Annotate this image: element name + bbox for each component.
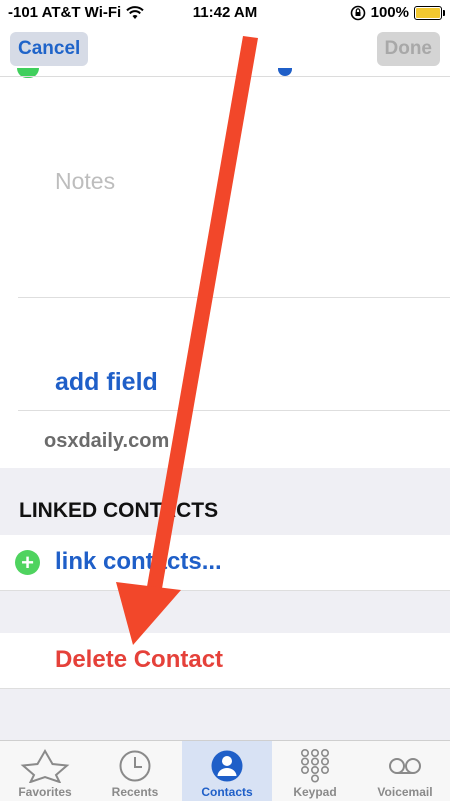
tab-label: Favorites: [18, 785, 72, 799]
add-field-button[interactable]: add field: [55, 368, 158, 397]
website-label: osxdaily.com: [44, 430, 170, 452]
tab-label: Recents: [111, 785, 159, 799]
notes-field[interactable]: Notes: [55, 168, 115, 195]
divider: [18, 297, 450, 298]
section-spacer: [0, 591, 450, 633]
cancel-button[interactable]: Cancel: [10, 32, 89, 66]
nav-bar: Cancel Done: [0, 26, 450, 76]
add-plus-icon[interactable]: +: [15, 550, 40, 575]
tab-keypad[interactable]: Keypad: [270, 741, 360, 801]
tab-bar: Favorites Recents Contacts Keypad Voicem…: [0, 740, 450, 801]
divider: [18, 410, 450, 411]
tab-recents[interactable]: Recents: [90, 741, 180, 801]
clock-icon: [119, 750, 151, 782]
status-bar: -101 AT&T Wi-Fi 11:42 AM 100%: [0, 0, 450, 26]
linked-contacts-header: LINKED CONTACTS: [19, 499, 219, 522]
battery-level-fill: [416, 7, 440, 18]
done-button[interactable]: Done: [376, 32, 440, 66]
link-contacts-button[interactable]: link contacts...: [55, 548, 222, 576]
status-right: 100%: [350, 4, 445, 21]
tab-contacts[interactable]: Contacts: [182, 741, 272, 801]
contact-person-icon: [211, 750, 243, 782]
tab-voicemail[interactable]: Voicemail: [360, 741, 450, 801]
section-spacer: [0, 689, 450, 740]
voicemail-icon: [389, 758, 421, 774]
star-icon: [20, 749, 70, 783]
battery-percent: 100%: [370, 4, 409, 21]
keypad-icon: [300, 749, 329, 783]
delete-contact-button[interactable]: Delete Contact: [55, 646, 223, 674]
battery-icon: [414, 5, 445, 20]
tab-label: Voicemail: [377, 785, 433, 799]
tab-favorites[interactable]: Favorites: [0, 741, 90, 801]
tab-label: Contacts: [201, 785, 253, 799]
nav-divider: [0, 76, 450, 77]
orientation-lock-icon: [350, 5, 365, 20]
tab-label: Keypad: [293, 785, 337, 799]
